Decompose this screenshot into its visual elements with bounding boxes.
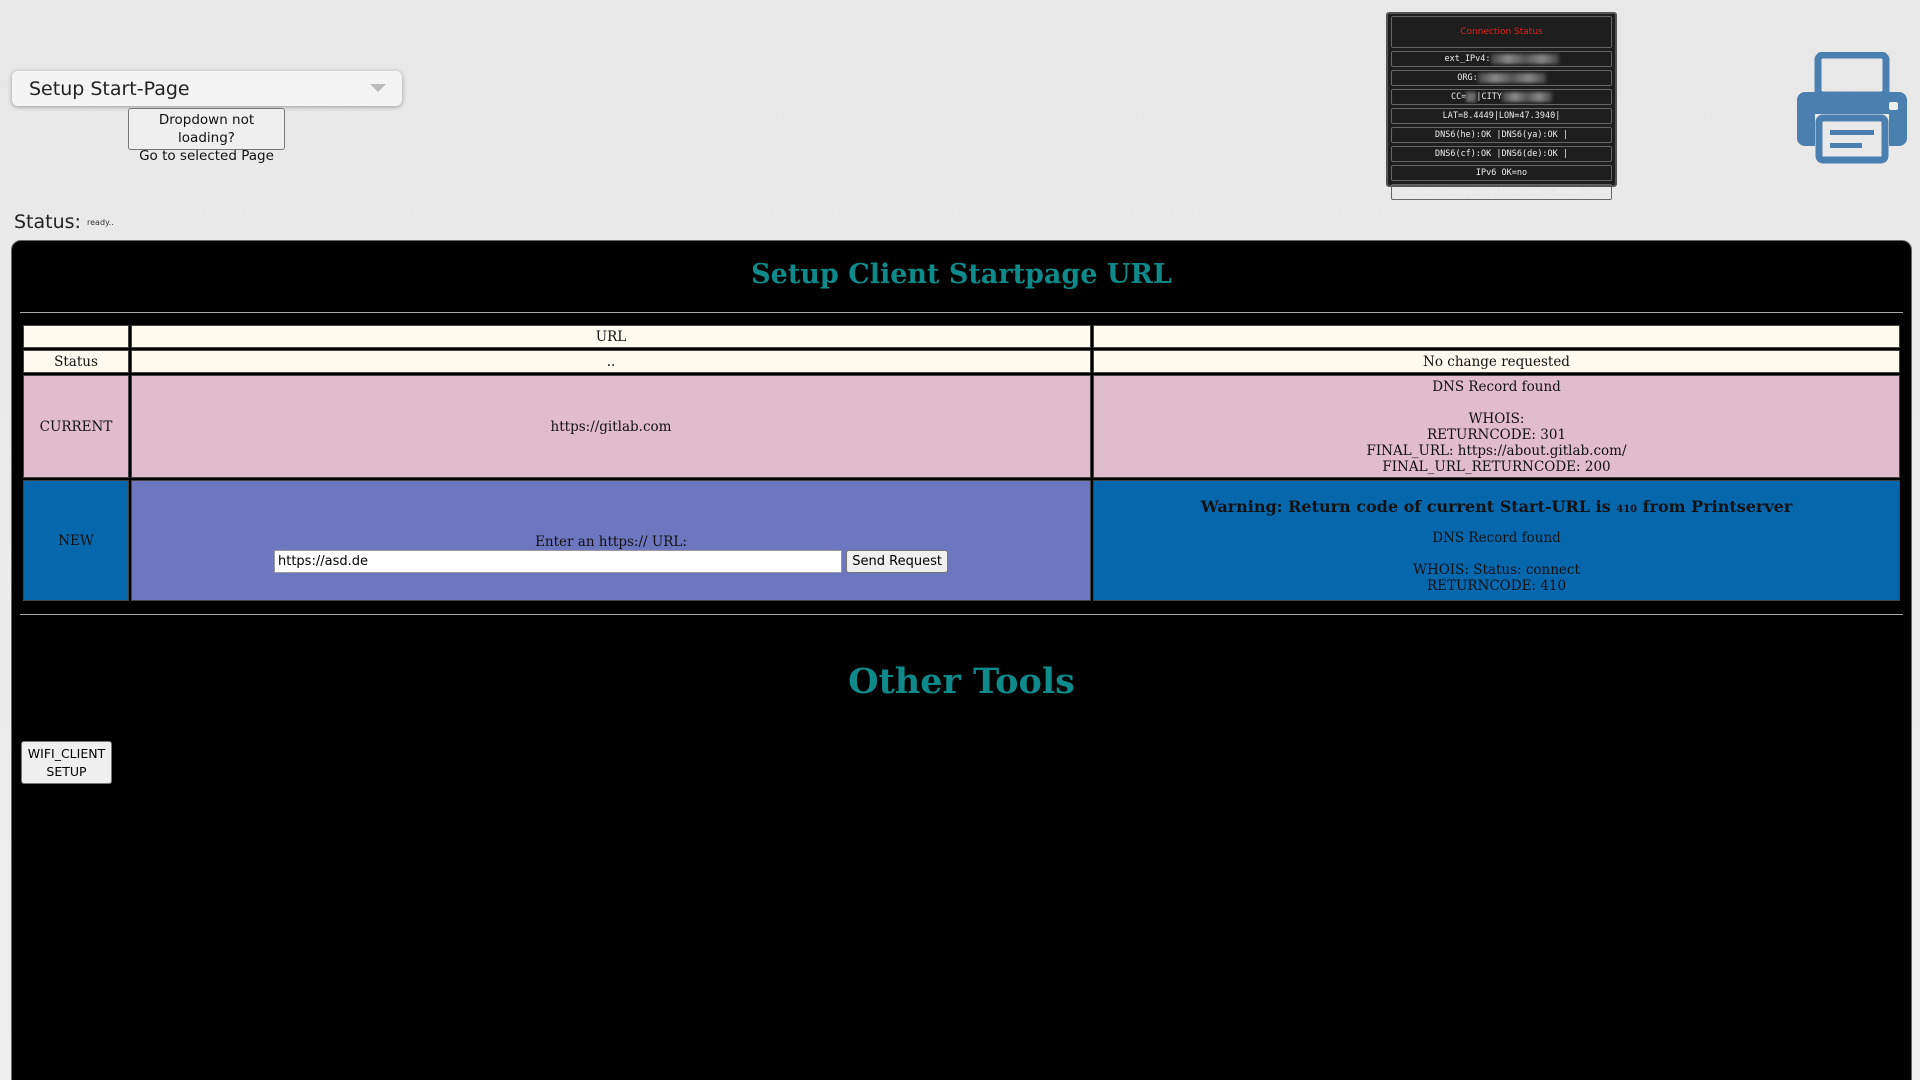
redacted-blur: [1466, 91, 1477, 102]
url-table: URL Status .. No change requested CURREN…: [21, 323, 1902, 603]
goto-button-line1: Dropdown not loading?: [158, 112, 255, 146]
conn-dns6-b: DNS6(cf):OK |DNS6(de):OK |: [1391, 146, 1612, 162]
status-value: ready..: [87, 218, 114, 227]
new-url-input[interactable]: [274, 550, 842, 573]
redacted-blur: [1501, 91, 1552, 102]
warning-pre: Warning: Return code of current Start-UR…: [1200, 497, 1617, 516]
new-row-label: NEW: [23, 480, 129, 601]
divider: [20, 614, 1903, 615]
warning-post: from Printserver: [1637, 497, 1793, 516]
conn-ipv6: IPv6 OK=no: [1391, 165, 1612, 181]
chevron-down-icon[interactable]: [370, 84, 386, 92]
warning-message: Warning: Return code of current Start-UR…: [1094, 499, 1899, 518]
divider: [20, 312, 1903, 313]
go-to-selected-page-button[interactable]: Dropdown not loading? Go to selected Pag…: [128, 108, 285, 164]
main-panel: Setup Client Startpage URL URL Status ..…: [11, 240, 1912, 1080]
new-row-info: Warning: Return code of current Start-UR…: [1093, 480, 1900, 601]
status-row-info: No change requested: [1093, 350, 1900, 373]
table-row-status: Status .. No change requested: [23, 350, 1900, 373]
table-header-row: URL: [23, 325, 1900, 348]
header-label-cell: [23, 325, 129, 348]
table-row-new: NEW Enter an https:// URL: Send Request …: [23, 480, 1900, 601]
wifi-button-line1: WIFI_CLIENT: [27, 745, 106, 761]
conn-cc-label: CC=: [1451, 92, 1467, 102]
conn-dns6-a: DNS6(he):OK |DNS6(ya):OK |: [1391, 127, 1612, 143]
current-whois: WHOIS:: [1468, 410, 1525, 427]
current-row-info: DNS Record found WHOIS: RETURNCODE: 301 …: [1093, 375, 1900, 478]
conn-city-label: |CITY: [1476, 92, 1502, 102]
page-title: Setup Client Startpage URL: [751, 259, 1172, 290]
wifi-button-line2: SETUP: [46, 763, 87, 779]
conn-org-label: ORG:: [1457, 73, 1478, 83]
header-info: [1093, 325, 1900, 348]
new-rcode: RETURNCODE: 410: [1426, 578, 1567, 594]
status-row-url: ..: [131, 350, 1091, 373]
status-label: Status:: [14, 211, 81, 233]
table-row-current: CURRENT https://gitlab.com DNS Record fo…: [23, 375, 1900, 478]
wifi-client-setup-button[interactable]: WIFI_CLIENT SETUP: [21, 741, 112, 784]
page-select-value: Setup Start-Page: [29, 77, 190, 100]
connection-status-title: Connection Status: [1391, 16, 1612, 48]
current-rcode: RETURNCODE: 301: [1426, 426, 1567, 443]
conn-org: ORG:: [1391, 70, 1612, 86]
printer-icon[interactable]: [1795, 52, 1909, 164]
redacted-blur: [1477, 72, 1546, 83]
current-final-url: FINAL_URL: https://about.gitlab.com/: [1366, 442, 1627, 459]
new-url-form: Enter an https:// URL: Send Request: [131, 480, 1091, 601]
connection-status-panel: Connection Status ext_IPv4: ORG: CC= |CIT…: [1386, 12, 1617, 200]
current-row-label: CURRENT: [23, 375, 129, 478]
status-row-label: Status: [23, 350, 129, 373]
conn-cc-city: CC= |CITY: [1391, 89, 1612, 105]
warning-code: 410: [1616, 504, 1638, 515]
current-dns: DNS Record found: [1432, 378, 1561, 395]
conn-start-url: startURL: https://gitlab.com | RCODE: 20…: [1391, 184, 1612, 200]
status-line: Status: ready..: [14, 211, 114, 233]
header-url: URL: [131, 325, 1091, 348]
current-row-url: https://gitlab.com: [131, 375, 1091, 478]
send-request-button[interactable]: Send Request: [846, 550, 948, 573]
current-final-rcode: FINAL_URL_RETURNCODE: 200: [1382, 458, 1611, 475]
goto-button-line2: Go to selected Page: [139, 148, 274, 164]
new-whois: WHOIS: Status: connect: [1413, 562, 1580, 578]
redacted-blur: [1490, 53, 1559, 64]
conn-ext-ip-label: ext_IPv4:: [1444, 54, 1491, 64]
new-url-prompt: Enter an https:// URL:: [535, 534, 687, 550]
new-dns: DNS Record found: [1432, 530, 1561, 546]
conn-latlon: LAT=8.4449|LON=47.3940|: [1391, 108, 1612, 124]
page-select-dropdown[interactable]: Setup Start-Page: [12, 71, 402, 106]
other-tools-title: Other Tools: [848, 661, 1075, 702]
conn-ext-ip: ext_IPv4:: [1391, 51, 1612, 67]
